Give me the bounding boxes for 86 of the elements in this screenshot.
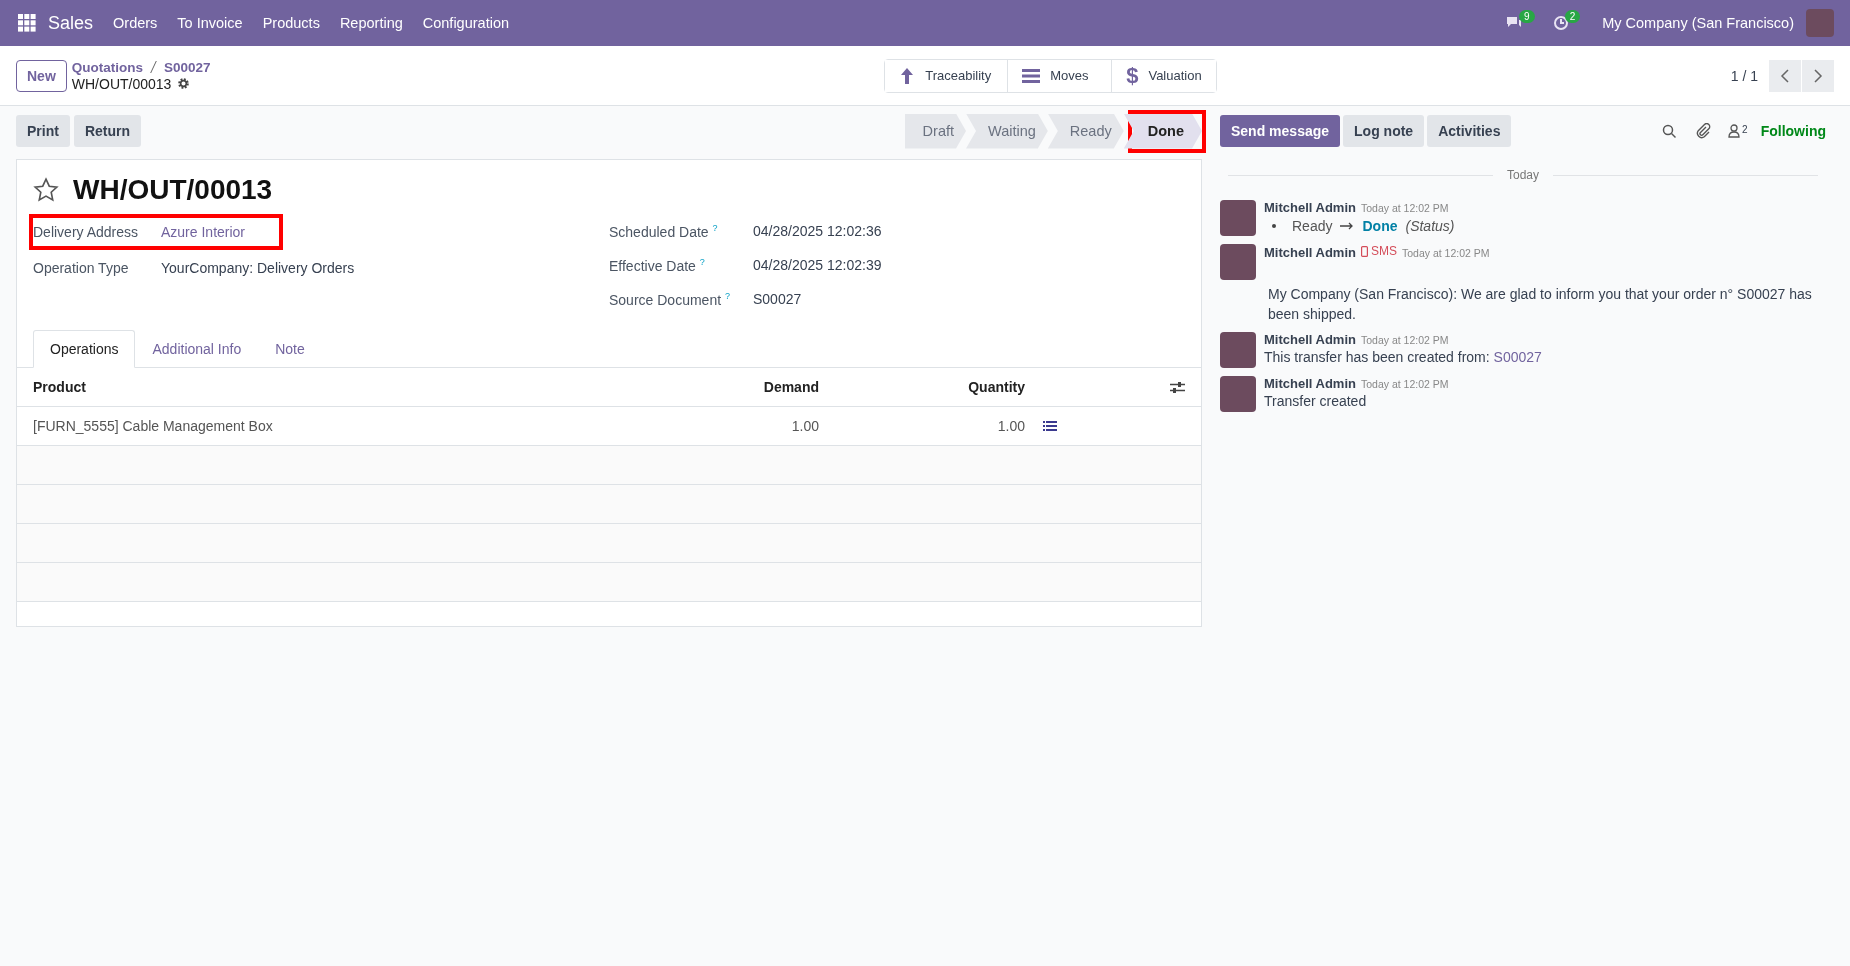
field-value: 04/28/2025 12:02:36 [753,223,882,239]
menu-item[interactable]: Orders [113,15,158,31]
help-tooltip[interactable]: ? [724,290,730,301]
author-name[interactable]: Mitchell Admin [1264,200,1356,215]
table-cell-text: 1.00 [790,418,819,434]
search-icon[interactable] [1662,123,1678,139]
status-stage[interactable]: Draft [904,113,966,149]
field-label: Delivery Address [33,224,140,240]
notebook-tab[interactable]: Additional Info [135,330,259,368]
field-value: 04/28/2025 12:02:39 [753,257,882,273]
person-icon[interactable] [1728,124,1741,138]
status-stage[interactable]: Done [1123,113,1202,149]
paperclip-icon[interactable] [1696,123,1712,139]
message-text: Transfer created [1264,392,1368,409]
app-grid-icon[interactable] [18,14,36,32]
app-name[interactable]: Sales [48,12,94,34]
dollar-icon: $ [1126,64,1139,87]
author-name[interactable]: Mitchell Admin [1264,331,1356,347]
author-name[interactable]: Mitchell Admin [1264,375,1356,391]
field-label: Operation Type [33,260,130,276]
new-value: Done [1362,218,1398,234]
activity-count: 2 [1564,9,1581,23]
column-settings-icon[interactable] [1170,380,1185,394]
message-count: 9 [1519,9,1535,23]
notebook-tab[interactable]: Operations [33,330,136,368]
message-text: This transfer has been created from: [1264,348,1490,365]
menu-item[interactable]: Reporting [339,15,403,31]
phone-icon [1360,245,1368,257]
message-text: My Company (San Francisco): We are glad to inform you that your order n° S00027 has been shipped. [1267,284,1813,324]
pager-value: 1 / 1 [1730,67,1758,84]
settings-icon[interactable] [177,77,191,90]
breadcrumb-link[interactable]: S00027 [164,59,211,75]
star-icon[interactable] [33,177,59,203]
field-label: Source Document $^{?}$ [609,290,731,308]
column-header[interactable]: Product [33,379,699,395]
author-name[interactable]: Mitchell Admin [1264,244,1356,260]
message-time: Today at 12:02 PM [1360,377,1449,390]
status-stage[interactable]: Waiting [966,113,1048,149]
column-header[interactable]: Quantity [819,379,1025,395]
menu-item[interactable]: Configuration [422,15,509,31]
field-value: YourCompany: Delivery Orders [161,260,355,276]
chatter-button[interactable]: Log note [1343,115,1425,147]
arrow-right-icon [1340,222,1355,230]
action-button[interactable]: Print [16,115,70,147]
following-button[interactable]: Following [1760,123,1826,139]
clock-icon[interactable] [1552,15,1569,31]
author-avatar[interactable] [1220,331,1256,368]
table-cell-text: [FURN_5555] Cable Management Box [33,418,274,434]
field-label: Scheduled Date $^{?}$ [609,222,719,240]
action-button[interactable]: Return [73,115,141,147]
message-time: Today at 12:02 PM [1360,333,1449,346]
help-tooltip[interactable]: ? [712,222,718,233]
record-link[interactable]: S00027 [1493,348,1542,365]
date-separator: Today [1507,168,1539,182]
arrow-up-icon [899,66,916,85]
notebook-tab[interactable]: Note [258,330,322,368]
chevron-left-icon [1780,68,1790,83]
menu-item[interactable]: Products [262,15,320,31]
previous-button[interactable] [1769,59,1801,92]
column-header[interactable]: Demand [699,379,819,395]
help-tooltip[interactable]: ? [699,256,705,267]
author-avatar[interactable] [1220,375,1256,412]
sms-label: SMS [1370,244,1397,258]
record-name: WH/OUT/00013 [71,75,172,92]
smart-button[interactable]: Traceability [885,59,1009,92]
new-button[interactable]: New [16,59,67,92]
record-title: WH/OUT/00013 [73,174,273,206]
old-value: Ready [1292,218,1333,234]
tracked-field: (Status) [1405,218,1455,234]
company-switcher[interactable]: My Company (San Francisco) [1602,15,1794,31]
next-button[interactable] [1802,59,1834,92]
breadcrumb-link[interactable]: Quotations [71,59,144,75]
chevron-right-icon [1813,68,1823,83]
list-icon [1022,67,1041,84]
menu-item[interactable]: To Invoice [177,15,243,31]
field-label: Effective Date $^{?}$ [609,256,706,274]
chatter-button[interactable]: Activities [1427,115,1512,147]
field-link[interactable]: Azure Interior [161,224,246,240]
message-time: Today at 12:02 PM [1402,246,1490,259]
status-stage[interactable]: Ready [1047,113,1124,149]
follower-count: 2 [1742,124,1748,135]
chatter-button[interactable]: Send message [1220,115,1341,147]
field-value: S00027 [753,291,802,307]
message-time: Today at 12:02 PM [1360,202,1449,214]
table-cell-text: 1.00 [996,418,1025,434]
details-list-icon[interactable] [1043,420,1057,432]
